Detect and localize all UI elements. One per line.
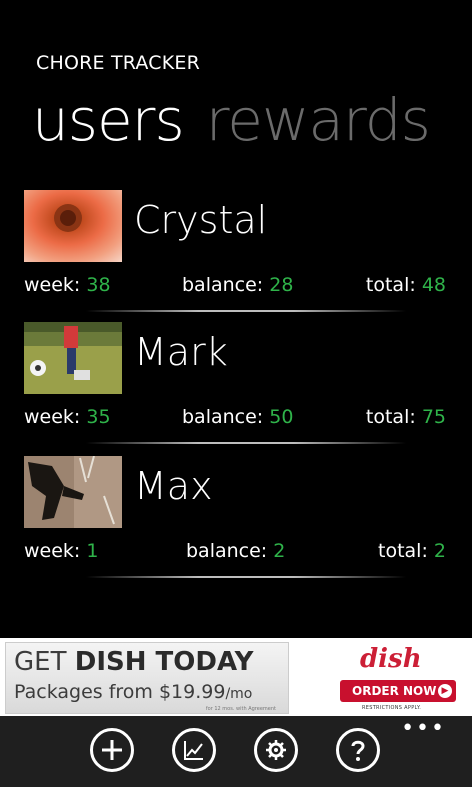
balance-label: balance: [182, 406, 264, 428]
ad-price: $19.99 [158, 681, 226, 703]
ad-sub-pre: Packages from [14, 681, 159, 703]
week-stat: week: 35 [24, 406, 111, 428]
total-label: total: [365, 406, 416, 428]
ad-unit: /mo [225, 686, 253, 702]
week-label: week: [24, 540, 81, 562]
total-stat: total: 2 [378, 540, 446, 562]
app-title: CHORE TRACKER [36, 52, 200, 74]
user-stats: week: 1 balance: 2 total: 2 [24, 540, 446, 566]
divider [86, 310, 406, 312]
divider [86, 576, 406, 578]
help-icon[interactable] [336, 728, 380, 772]
ad-fine-print: for 12 mos. with Agreement [205, 706, 276, 712]
total-label: total: [365, 274, 416, 296]
balance-value: 50 [269, 406, 294, 428]
more-menu-icon[interactable]: ••• [401, 718, 446, 740]
order-now-button[interactable]: ORDER NOW ▶ [340, 680, 456, 702]
pivot-header: users rewards [32, 86, 431, 154]
week-value: 35 [86, 406, 111, 428]
pivot-users[interactable]: users [32, 86, 185, 154]
dish-logo: dish [360, 644, 422, 674]
pivot-rewards[interactable]: rewards [206, 86, 431, 154]
add-icon[interactable] [90, 728, 134, 772]
total-value: 75 [421, 406, 446, 428]
user-name: Max [134, 464, 213, 508]
divider [86, 442, 406, 444]
user-stats: week: 35 balance: 50 total: 75 [24, 406, 446, 432]
flower-photo [24, 190, 122, 262]
balance-value: 28 [269, 274, 294, 296]
total-value: 2 [433, 540, 446, 562]
ad-headline-bold: DISH TODAY [74, 647, 254, 677]
play-arrow-icon: ▶ [438, 684, 452, 698]
user-card-crystal[interactable]: Crystal week: 38 balance: 28 total: 48 [0, 190, 472, 322]
balance-label: balance: [182, 274, 264, 296]
balance-value: 2 [273, 540, 286, 562]
order-now-label: ORDER NOW [352, 684, 437, 698]
total-label: total: [378, 540, 428, 562]
ad-banner[interactable]: GET DISH TODAY Packages from $19.99/mo f… [0, 638, 472, 716]
user-name: Crystal [134, 198, 268, 242]
soccer-photo [24, 322, 122, 394]
balance-stat: balance: 2 [186, 540, 285, 562]
ad-subline: Packages from $19.99/mo [14, 681, 252, 703]
settings-icon[interactable] [254, 728, 298, 772]
total-stat: total: 48 [366, 274, 446, 296]
week-label: week: [24, 274, 81, 296]
week-label: week: [24, 406, 81, 428]
user-name: Mark [134, 330, 228, 374]
user-card-max[interactable]: Max week: 1 balance: 2 total: 2 [0, 456, 472, 588]
week-stat: week: 38 [24, 274, 111, 296]
balance-stat: balance: 28 [182, 274, 293, 296]
ad-headline: GET DISH TODAY [14, 647, 253, 677]
chart-icon[interactable] [172, 728, 216, 772]
week-value: 38 [86, 274, 111, 296]
user-card-mark[interactable]: Mark week: 35 balance: 50 total: 75 [0, 322, 472, 454]
user-stats: week: 38 balance: 28 total: 48 [24, 274, 446, 300]
balance-label: balance: [186, 540, 268, 562]
total-stat: total: 75 [366, 406, 446, 428]
ad-text-panel: GET DISH TODAY Packages from $19.99/mo f… [5, 642, 289, 714]
shadow-photo [24, 456, 122, 528]
week-value: 1 [86, 540, 99, 562]
ad-legal: RESTRICTIONS APPLY. [362, 705, 422, 711]
total-value: 48 [421, 274, 446, 296]
app-bar: ••• [0, 716, 472, 787]
week-stat: week: 1 [24, 540, 98, 562]
balance-stat: balance: 50 [182, 406, 293, 428]
ad-headline-pre: GET [14, 647, 75, 677]
